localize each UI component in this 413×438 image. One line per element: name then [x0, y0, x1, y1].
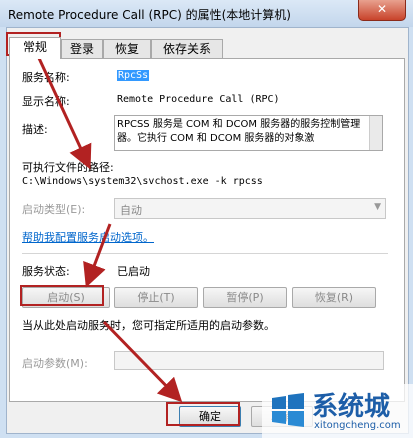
tab-general[interactable]: 常规: [9, 37, 61, 59]
windows-logo-icon: [272, 393, 304, 427]
arrow-to-exe-path: [36, 55, 92, 170]
arrow-to-ok-button: [102, 320, 183, 403]
annotation-arrows: [36, 55, 183, 403]
watermark-url: xitongcheng.com: [314, 420, 401, 431]
arrow-to-start-button: [83, 223, 112, 288]
watermark-brand: 系统城: [312, 392, 391, 422]
watermark-logo: 系统城 xitongcheng.com: [262, 384, 413, 438]
